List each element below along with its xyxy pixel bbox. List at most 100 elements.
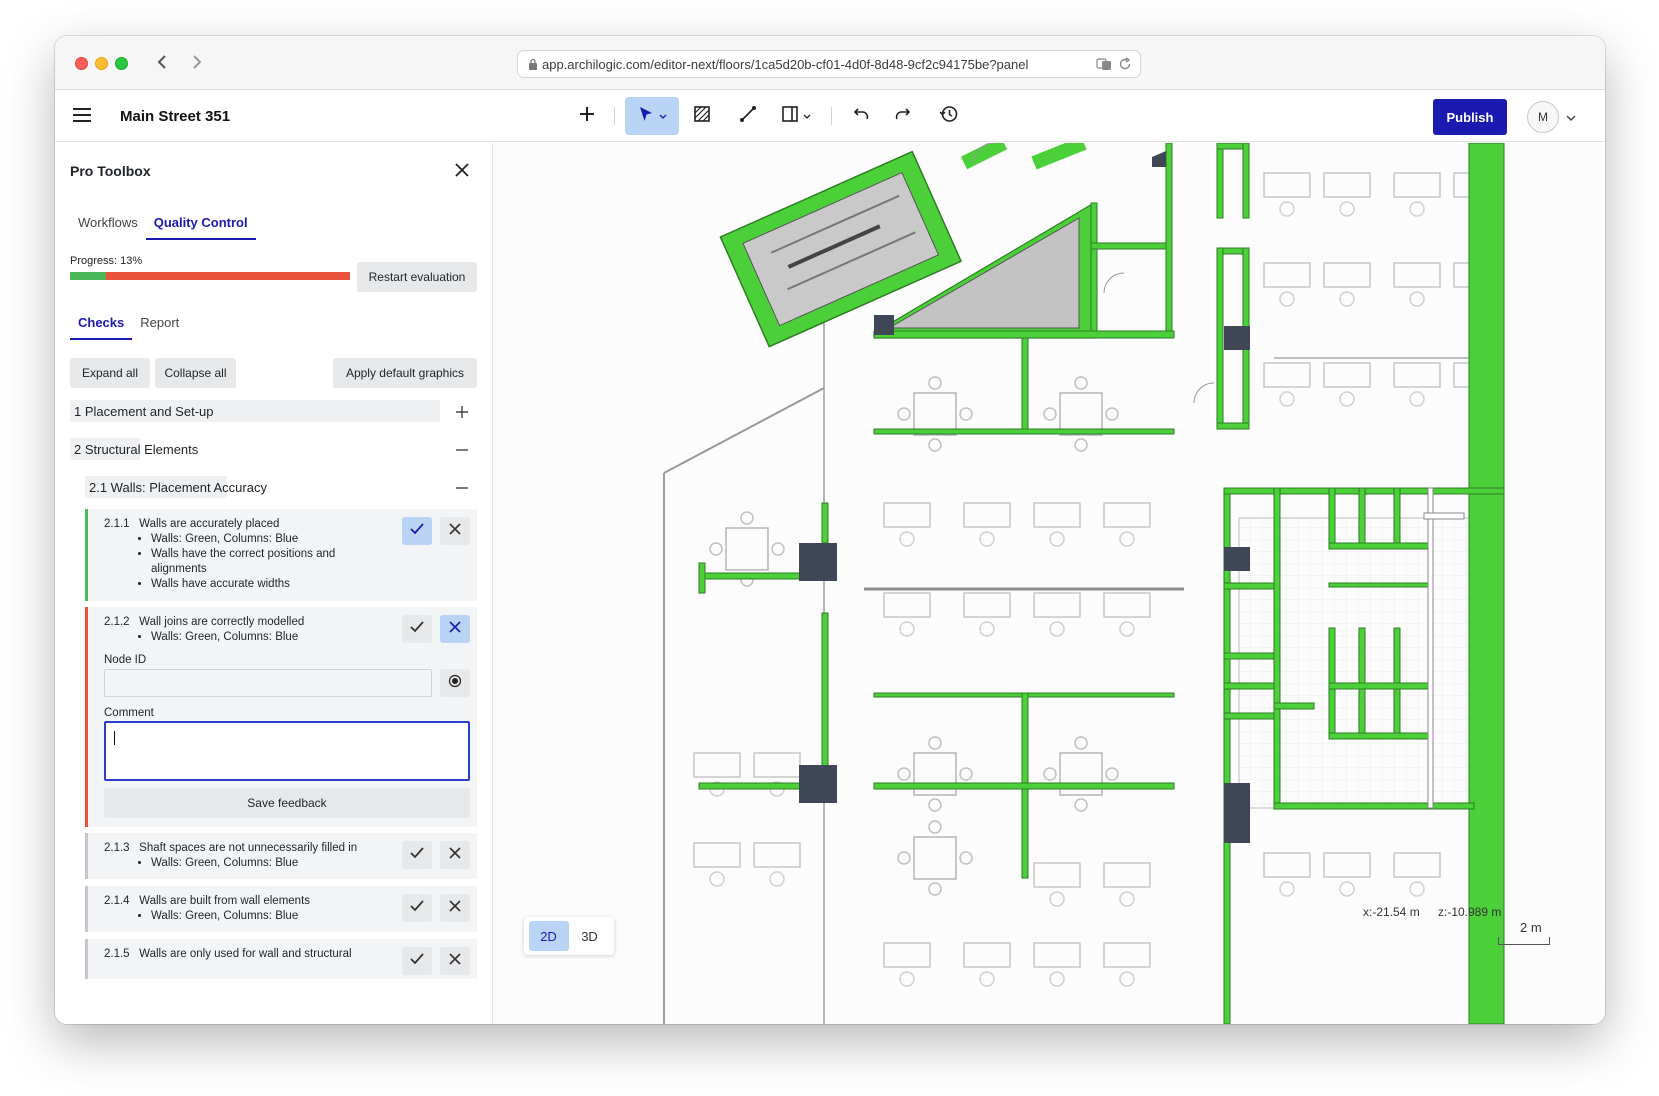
fail-button[interactable]	[440, 841, 470, 869]
check-id: 2.1.2	[104, 616, 130, 628]
collapse-all-button[interactable]: Collapse all	[155, 358, 236, 388]
select-tool-button[interactable]	[625, 97, 679, 135]
floorplan-canvas[interactable]: 2D 3D x:-21.54 m z:-10.989 m 2 m	[494, 143, 1605, 1024]
fail-button[interactable]	[440, 615, 470, 643]
view-2d-button[interactable]: 2D	[528, 921, 569, 951]
line-icon	[739, 105, 757, 128]
save-feedback-button[interactable]: Save feedback	[104, 788, 470, 818]
check-id: 2.1.4	[104, 895, 130, 907]
history-button[interactable]	[922, 97, 976, 135]
publish-button[interactable]: Publish	[1433, 99, 1507, 135]
tab-quality-control[interactable]: Quality Control	[145, 209, 256, 240]
browser-window: app.archilogic.com/editor-next/floors/1c…	[55, 36, 1605, 1024]
floorplan-drawing	[494, 143, 1605, 1024]
check-title: Wall joins are correctly modelled	[139, 616, 305, 628]
redo-button[interactable]	[882, 97, 922, 135]
apply-default-graphics-button[interactable]: Apply default graphics	[333, 358, 477, 388]
menu-icon[interactable]	[71, 104, 93, 126]
fail-button[interactable]	[440, 894, 470, 922]
browser-chrome: app.archilogic.com/editor-next/floors/1c…	[55, 36, 1605, 90]
checkmark-icon	[409, 522, 425, 541]
status-bar-none	[85, 886, 88, 932]
checks-tabs: Checks Report	[70, 309, 187, 340]
editor-toolbar	[570, 97, 976, 135]
check-bullet: Walls: Green, Columns: Blue	[151, 532, 351, 547]
checkmark-icon	[409, 846, 425, 865]
comment-textarea[interactable]	[104, 721, 470, 781]
section-label: 1 Placement and Set-up	[70, 400, 440, 422]
view-3d-button[interactable]: 3D	[570, 921, 610, 951]
project-title: Main Street 351	[120, 108, 231, 125]
reload-icon[interactable]	[1118, 57, 1132, 76]
url-text: app.archilogic.com/editor-next/floors/1c…	[542, 56, 1029, 72]
pro-toolbox-panel: Pro Toolbox Workflows Quality Control Pr…	[55, 143, 493, 1024]
close-icon	[448, 522, 462, 541]
translate-icon[interactable]	[1096, 57, 1112, 76]
check-text: 2.1.4 Walls are built from wall elements…	[104, 894, 310, 924]
back-arrow-icon[interactable]	[148, 48, 176, 76]
panel-tabs: Workflows Quality Control	[70, 209, 256, 240]
pass-button[interactable]	[402, 517, 432, 545]
check-item-2-1-2: 2.1.2 Wall joins are correctly modelled …	[85, 607, 477, 827]
close-icon	[448, 620, 462, 639]
tab-report[interactable]: Report	[132, 309, 187, 340]
fail-button[interactable]	[440, 517, 470, 545]
chevron-down-icon	[803, 107, 811, 125]
maximize-window-button[interactable]	[115, 57, 128, 70]
plus-icon	[578, 105, 596, 128]
scale-label: 2 m	[1520, 920, 1542, 935]
area-tool-button[interactable]	[679, 97, 725, 135]
pass-button[interactable]	[402, 894, 432, 922]
fail-button[interactable]	[440, 947, 470, 975]
section-label: 2 Structural Elements	[70, 438, 198, 460]
minus-icon[interactable]	[455, 481, 469, 495]
scale-bar	[1498, 937, 1550, 945]
door-tool-button[interactable]	[771, 97, 821, 135]
chevron-down-icon[interactable]	[1566, 109, 1576, 127]
check-bullet: Walls: Green, Columns: Blue	[151, 856, 357, 871]
section-structural-elements[interactable]: 2 Structural Elements	[70, 438, 198, 460]
undo-button[interactable]	[842, 97, 882, 135]
pass-button[interactable]	[402, 947, 432, 975]
line-tool-button[interactable]	[725, 97, 771, 135]
check-text: 2.1.5 Walls are only used for wall and s…	[104, 947, 352, 962]
pick-node-button[interactable]	[440, 669, 470, 697]
check-id: 2.1.3	[104, 842, 130, 854]
plus-icon[interactable]	[455, 405, 469, 419]
check-text: 2.1.3 Shaft spaces are not unnecessarily…	[104, 841, 357, 871]
check-bullet: Walls have accurate widths	[151, 577, 351, 592]
tab-workflows[interactable]: Workflows	[70, 209, 146, 240]
close-window-button[interactable]	[75, 57, 88, 70]
tab-checks[interactable]: Checks	[70, 309, 133, 340]
pass-button[interactable]	[402, 615, 432, 643]
redo-icon	[893, 105, 911, 128]
progress-bar	[70, 272, 350, 280]
check-title: Walls are accurately placed	[139, 518, 280, 530]
checkmark-icon	[409, 952, 425, 971]
close-icon	[448, 952, 462, 971]
forward-arrow-icon[interactable]	[183, 48, 211, 76]
node-id-input[interactable]	[104, 669, 432, 697]
progress-label: Progress: 13%	[70, 255, 143, 267]
hatch-icon	[693, 105, 711, 128]
restart-evaluation-button[interactable]: Restart evaluation	[357, 262, 477, 292]
section-placement-setup[interactable]: 1 Placement and Set-up	[70, 400, 440, 422]
status-bar-none	[85, 833, 88, 879]
subsection-label: 2.1 Walls: Placement Accuracy	[85, 476, 267, 498]
check-item-2-1-5: 2.1.5 Walls are only used for wall and s…	[85, 939, 477, 979]
close-icon[interactable]	[453, 161, 471, 179]
minimize-window-button[interactable]	[95, 57, 108, 70]
pass-button[interactable]	[402, 841, 432, 869]
progress-fill	[70, 272, 107, 280]
lock-icon	[528, 58, 538, 76]
app-header: Main Street 351 Publish M	[55, 90, 1605, 142]
check-item-2-1-4: 2.1.4 Walls are built from wall elements…	[85, 886, 477, 932]
minus-icon[interactable]	[455, 443, 469, 457]
expand-all-button[interactable]: Expand all	[70, 358, 150, 388]
avatar[interactable]: M	[1527, 101, 1559, 133]
address-bar[interactable]: app.archilogic.com/editor-next/floors/1c…	[517, 50, 1141, 78]
add-tool-button[interactable]	[570, 97, 604, 135]
close-icon	[448, 899, 462, 918]
status-bar-pass	[85, 509, 88, 601]
subsection-walls-placement[interactable]: 2.1 Walls: Placement Accuracy	[85, 476, 267, 498]
